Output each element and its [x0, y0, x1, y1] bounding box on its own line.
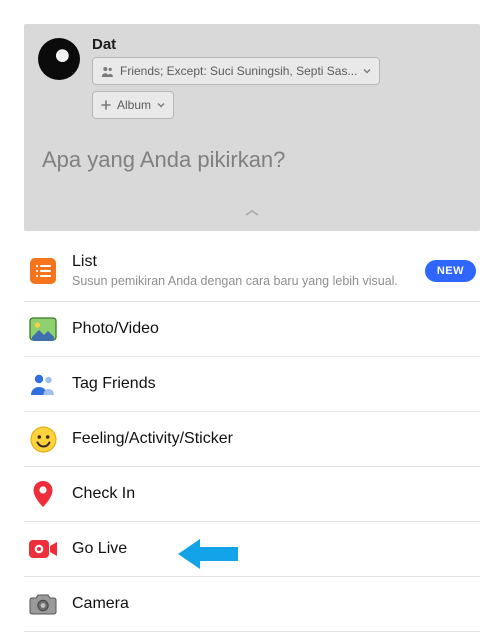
audience-selector[interactable]: Friends; Except: Suci Suningsih, Septi S…	[92, 57, 380, 85]
menu-item-check-in[interactable]: Check In	[24, 467, 480, 522]
tag-icon	[28, 369, 58, 399]
plus-icon	[101, 100, 111, 110]
menu-item-camera[interactable]: Camera	[24, 577, 480, 632]
avatar[interactable]	[38, 38, 80, 80]
menu-item-subtitle: Susun pemikiran Anda dengan cara baru ya…	[72, 273, 425, 289]
attachment-menu: List Susun pemikiran Anda dengan cara ba…	[24, 241, 480, 632]
pointer-arrow-icon	[178, 537, 238, 571]
camera-icon	[28, 589, 58, 619]
menu-item-go-live[interactable]: Go Live	[24, 522, 480, 577]
menu-item-title: Feeling/Activity/Sticker	[72, 430, 476, 448]
menu-item-title: List	[72, 253, 425, 271]
new-badge: NEW	[425, 260, 476, 282]
menu-item-tag-friends[interactable]: Tag Friends	[24, 357, 480, 412]
chevron-up-icon	[243, 208, 261, 218]
checkin-icon	[28, 479, 58, 509]
live-icon	[28, 534, 58, 564]
menu-item-title: Check In	[72, 485, 476, 503]
menu-item-feeling[interactable]: Feeling/Activity/Sticker	[24, 412, 480, 467]
composer-header: Dat Friends; Except: Suci Suningsih, Sep…	[38, 36, 466, 119]
menu-item-photo-video[interactable]: Photo/Video	[24, 302, 480, 357]
album-label: Album	[117, 98, 151, 112]
menu-item-title: Tag Friends	[72, 375, 476, 393]
album-selector[interactable]: Album	[92, 91, 174, 119]
friends-icon	[101, 66, 114, 77]
list-icon	[28, 256, 58, 286]
menu-item-title: Camera	[72, 595, 476, 613]
chevron-down-icon	[363, 67, 371, 75]
menu-item-title: Go Live	[72, 540, 476, 558]
collapse-toggle[interactable]	[38, 203, 466, 223]
audience-label: Friends; Except: Suci Suningsih, Septi S…	[120, 64, 357, 78]
menu-item-list[interactable]: List Susun pemikiran Anda dengan cara ba…	[24, 241, 480, 302]
composer-pane: Dat Friends; Except: Suci Suningsih, Sep…	[24, 24, 480, 231]
photo-icon	[28, 314, 58, 344]
composer-placeholder[interactable]: Apa yang Anda pikirkan?	[42, 147, 462, 173]
menu-item-title: Photo/Video	[72, 320, 476, 338]
feeling-icon	[28, 424, 58, 454]
user-name: Dat	[92, 36, 466, 53]
chevron-down-icon	[157, 101, 165, 109]
